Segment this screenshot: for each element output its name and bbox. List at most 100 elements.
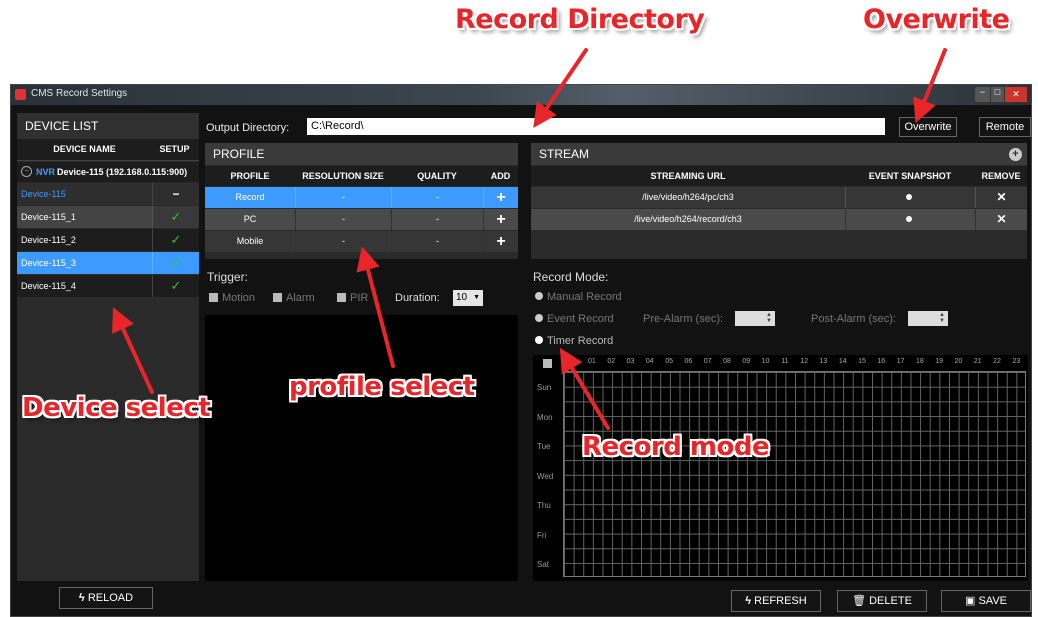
quality-value: - [391, 187, 483, 208]
remove-column: REMOVE [981, 171, 1021, 181]
trigger-label: Trigger: [207, 270, 248, 284]
profile-row[interactable]: PC - - + [205, 209, 518, 230]
hour-label: 22 [993, 358, 1001, 365]
stream-row[interactable]: /live/video/h264/pc/ch3 ✕ [531, 187, 1027, 208]
app-icon [15, 89, 26, 100]
close-button[interactable]: ✕ [1005, 87, 1027, 102]
output-directory-label: Output Directory: [206, 122, 290, 134]
device-row[interactable]: Device-115_2 ✓ [17, 229, 199, 251]
hour-label: 14 [838, 358, 847, 365]
motion-checkbox[interactable]: Motion [209, 292, 255, 304]
save-button[interactable]: ▣ SAVE [941, 590, 1031, 612]
device-row-selected[interactable]: Device-115_3 ✓ [17, 252, 199, 274]
snapshot-dot-icon[interactable] [845, 209, 975, 230]
device-name: Device-115_4 [21, 281, 76, 291]
device-row[interactable]: Device-115 − [17, 183, 199, 205]
device-name: Device-115 [21, 189, 66, 199]
profile-column: PROFILE [230, 171, 270, 181]
stream-column-header: STREAMING URL EVENT SNAPSHOT REMOVE [531, 166, 1027, 186]
stream-row[interactable]: /live/video/h264/record/ch3 ✕ [531, 209, 1027, 230]
post-alarm-spinner[interactable]: ▲ ▼ [908, 311, 948, 326]
add-stream-icon[interactable]: + [1009, 148, 1022, 161]
device-name: Device-115_2 [21, 235, 76, 245]
hour-label: 03 [626, 358, 635, 365]
day-label: Sun [537, 383, 552, 392]
snapshot-dot-icon[interactable] [845, 187, 975, 208]
trigger-preview-area [205, 315, 518, 581]
duration-select[interactable]: 10 ▼ [453, 290, 483, 306]
lightning-icon: ϟ [745, 595, 752, 607]
hour-label: 11 [781, 358, 789, 365]
schedule-cells[interactable] [563, 371, 1026, 577]
setup-check-icon: ✓ [152, 275, 199, 297]
setup-cell: − [152, 183, 199, 205]
add-icon[interactable]: + [483, 209, 518, 230]
device-name: Device-115_3 [21, 258, 76, 268]
schedule-grid: 00 01 02 03 04 05 06 07 08 09 10 11 12 13 14 15 16 17 18 19… [533, 355, 1028, 581]
setup-check-icon: ✓ [152, 229, 199, 251]
hour-label: 21 [973, 358, 982, 365]
maximize-button[interactable]: □ [991, 87, 1005, 102]
resolution-value: - [295, 187, 391, 208]
collapse-icon[interactable]: − [21, 166, 32, 177]
profile-row[interactable]: Mobile - - + [205, 231, 518, 252]
post-alarm-label: Post-Alarm (sec): [811, 313, 896, 325]
duration-value: 10 [456, 292, 468, 303]
profile-name: Mobile [236, 236, 264, 246]
select-all-square[interactable] [543, 359, 552, 368]
pir-checkbox[interactable]: PIR [337, 292, 368, 304]
output-directory-input[interactable]: C:\Record\ [307, 118, 885, 135]
delete-button[interactable]: 🗑 DELETE [837, 590, 927, 612]
profile-header: PROFILE [205, 143, 518, 165]
setup-column: SETUP [159, 144, 190, 154]
trigger-options: Motion Alarm PIR Duration: 10 ▼ [209, 290, 519, 308]
hour-label: 00 [568, 358, 577, 365]
manual-record-label: Manual Record [547, 291, 622, 303]
hour-label: 13 [819, 358, 828, 365]
device-row[interactable]: Device-115_4 ✓ [17, 275, 199, 297]
setup-check-icon: ✓ [152, 252, 199, 274]
remove-icon[interactable]: ✕ [975, 209, 1027, 230]
alarm-label: Alarm [286, 292, 315, 304]
record-mode-label: Record Mode: [533, 270, 609, 284]
spinner-arrows-icon: ▲ ▼ [766, 312, 772, 324]
reload-button[interactable]: ϟ RELOAD [59, 587, 153, 609]
device-row[interactable]: Device-115_1 ✓ [17, 206, 199, 228]
event-record-radio[interactable]: Event Record [535, 313, 614, 325]
refresh-button[interactable]: ϟ REFRESH [731, 590, 821, 612]
hour-label: 20 [954, 358, 963, 365]
overwrite-button[interactable]: Overwrite [899, 117, 957, 137]
resolution-value: - [295, 209, 391, 230]
quality-column: QUALITY [417, 171, 457, 181]
profile-row-selected[interactable]: Record - - + [205, 187, 518, 208]
motion-label: Motion [222, 292, 256, 304]
timer-record-radio[interactable]: Timer Record [535, 335, 613, 347]
add-icon[interactable]: + [483, 187, 518, 208]
remove-icon[interactable]: ✕ [975, 187, 1027, 208]
hour-label: 06 [684, 358, 693, 365]
device-group-row[interactable]: − NVR Device-115 (192.168.0.115:900) [17, 162, 199, 182]
day-label: Tue [537, 442, 551, 451]
alarm-checkbox[interactable]: Alarm [273, 292, 315, 304]
delete-label: DELETE [869, 595, 912, 607]
quality-value: - [391, 209, 483, 230]
day-label: Mon [537, 412, 553, 422]
hour-label: 07 [703, 358, 712, 365]
pre-alarm-spinner[interactable]: ▲ ▼ [735, 311, 775, 326]
quality-value: - [391, 231, 483, 252]
refresh-label: REFRESH [754, 595, 807, 607]
add-icon[interactable]: + [483, 231, 518, 252]
hour-label: 23 [1012, 358, 1021, 365]
hour-label: 12 [800, 358, 809, 365]
nvr-tag: NVR [36, 167, 56, 177]
device-list-column-header: DEVICE NAME SETUP [17, 139, 199, 161]
minimize-button[interactable]: − [975, 87, 991, 102]
resolution-value: - [295, 231, 391, 252]
annotation-profile-select: profile select [289, 372, 475, 402]
remote-button[interactable]: Remote [979, 117, 1031, 137]
floppy-icon: ▣ [965, 595, 976, 607]
manual-record-radio[interactable]: Manual Record [535, 291, 622, 303]
hour-label: 19 [935, 358, 944, 365]
day-label: Thu [537, 501, 551, 510]
pir-label: PIR [350, 292, 369, 304]
